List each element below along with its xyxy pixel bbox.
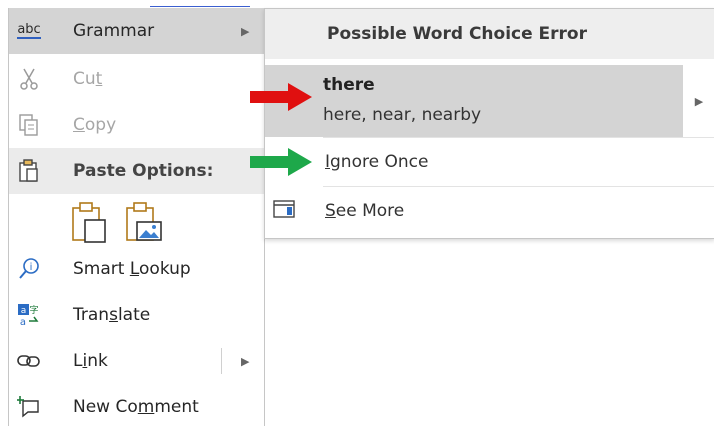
menu-item-label: Translate xyxy=(73,305,151,325)
svg-text:字: 字 xyxy=(29,304,38,316)
svg-text:a: a xyxy=(21,306,27,316)
smart-lookup-icon: i xyxy=(16,256,42,282)
menu-item-copy[interactable]: Copy xyxy=(9,102,264,148)
chevron-right-icon: ▶ xyxy=(241,24,250,38)
split-divider xyxy=(221,348,222,374)
green-arrow-annotation xyxy=(250,148,312,176)
paste-options-row xyxy=(9,194,264,250)
scissors-icon xyxy=(16,66,42,92)
menu-item-label: Link xyxy=(73,351,108,371)
menu-item-label: Grammar xyxy=(73,21,155,41)
clipboard-icon xyxy=(16,158,42,184)
copy-icon xyxy=(16,112,42,138)
red-arrow-annotation xyxy=(250,83,312,111)
translate-icon: a字a xyxy=(16,302,42,328)
document-text-strip xyxy=(0,0,714,8)
menu-item-cut[interactable]: Cut xyxy=(9,56,264,102)
ignore-once-item[interactable]: Ignore Once xyxy=(265,138,714,186)
see-more-label: See More xyxy=(325,201,405,221)
menu-item-label: Copy xyxy=(73,115,117,135)
menu-item-grammar[interactable]: abc Grammar ▶ xyxy=(9,8,264,54)
context-menu: abc Grammar ▶ Cut Copy Paste Options: i xyxy=(8,8,265,426)
menu-item-smart-lookup[interactable]: i Smart Lookup xyxy=(9,246,264,292)
link-icon xyxy=(16,348,42,374)
menu-item-new-comment[interactable]: New Comment xyxy=(9,384,264,430)
svg-text:i: i xyxy=(30,262,33,273)
ignore-once-label: Ignore Once xyxy=(325,152,429,172)
chevron-right-icon[interactable]: ▶ xyxy=(683,65,714,137)
submenu-title: Possible Word Choice Error xyxy=(327,24,587,44)
menu-item-translate[interactable]: a字a Translate xyxy=(9,292,264,338)
menu-item-label: Cut xyxy=(73,69,103,89)
keep-source-formatting-icon[interactable] xyxy=(69,200,109,244)
suggestion-word: there xyxy=(323,75,375,95)
abc-spelling-icon: abc xyxy=(17,22,41,39)
menu-item-label: Smart Lookup xyxy=(73,259,191,279)
menu-item-label: New Comment xyxy=(73,397,199,417)
suggestion-item[interactable]: there here, near, nearby xyxy=(265,65,683,137)
submenu-header: Possible Word Choice Error xyxy=(265,9,714,59)
pane-icon xyxy=(273,199,295,223)
see-more-item[interactable]: See More xyxy=(265,187,714,235)
picture-icon[interactable] xyxy=(123,200,163,244)
grammar-underline xyxy=(150,0,250,8)
menu-item-link[interactable]: Link ▶ xyxy=(9,338,264,384)
new-comment-icon xyxy=(16,394,42,420)
menu-item-paste-options: Paste Options: xyxy=(9,148,264,194)
suggestion-alternatives: here, near, nearby xyxy=(323,105,482,125)
grammar-submenu: Possible Word Choice Error there here, n… xyxy=(264,8,714,239)
menu-item-label: Paste Options: xyxy=(73,161,214,181)
chevron-right-icon[interactable]: ▶ xyxy=(241,355,249,368)
svg-text:a: a xyxy=(20,317,26,327)
